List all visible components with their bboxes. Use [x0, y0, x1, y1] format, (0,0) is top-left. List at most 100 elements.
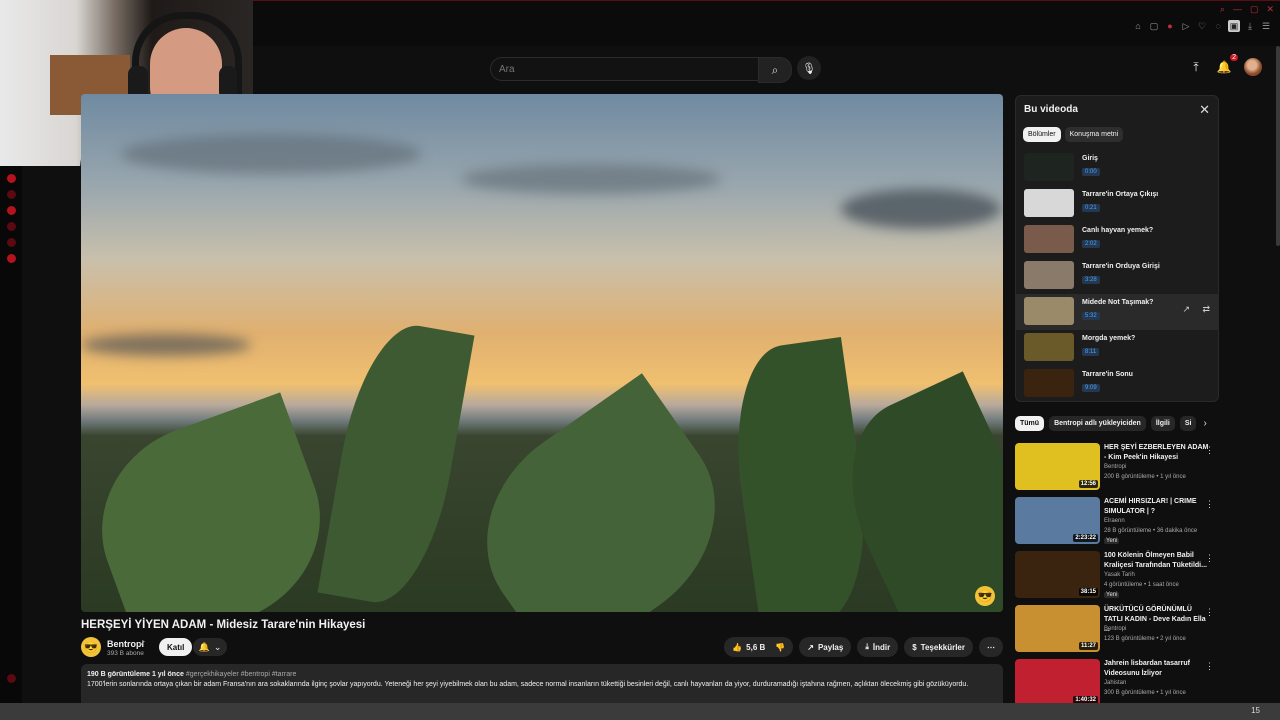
chapters-panel: Bu videoda ✕ Bölümler Konuşma metni Giri… — [1015, 95, 1219, 402]
related-video-item[interactable]: 2:23:22 ACEMİ HIRSIZLAR! | CRIME SIMULATO… — [1015, 497, 1220, 551]
related-title[interactable]: HER ŞEYİ EZBERLEYEN ADAM - Kim Peek'in H… — [1104, 443, 1212, 463]
close-icon[interactable]: ✕ — [1199, 102, 1210, 118]
chapter-item[interactable]: Tarrare'in Ortaya Çıkışı 0:21 — [1016, 186, 1218, 222]
chapter-item[interactable]: Tarrare'in Orduya Girişi 3:28 — [1016, 258, 1218, 294]
video-thumbnail[interactable]: 38:15 — [1015, 551, 1100, 598]
related-channel[interactable]: Elraenn — [1104, 518, 1125, 524]
related-channel[interactable]: Jahistan — [1104, 680, 1126, 686]
hashtags[interactable]: #gerçekhikayeler #bentropi #tarrare — [186, 671, 297, 678]
search-window-icon[interactable]: ⌕ — [1220, 4, 1225, 15]
rail-icon-4[interactable] — [7, 222, 16, 231]
maximize-icon[interactable]: ▢ — [1250, 4, 1259, 15]
thanks-button[interactable]: $ Teşekkürler — [904, 637, 973, 657]
related-title[interactable]: ACEMİ HIRSIZLAR! | CRIME SIMULATOR | ? — [1104, 497, 1212, 517]
chapter-timestamp[interactable]: 2:02 — [1082, 240, 1100, 248]
search-input[interactable] — [491, 62, 741, 76]
bookmark-icon[interactable]: ⌂ — [1132, 20, 1144, 32]
video-thumbnail[interactable]: 2:23:22 — [1015, 497, 1100, 544]
more-vert-icon[interactable]: ⋮ — [1205, 661, 1214, 672]
rail-icon-3[interactable] — [7, 206, 16, 215]
menu-icon[interactable]: ☰ — [1260, 20, 1272, 32]
channel-avatar[interactable]: 😎 — [81, 637, 101, 657]
join-button[interactable]: Katıl — [159, 638, 193, 656]
channel-watermark[interactable]: 😎 — [975, 586, 995, 606]
minimize-icon[interactable]: — — [1233, 4, 1242, 15]
related-video-item[interactable]: 38:15 100 Kölenin Ölmeyen Babil Kraliçesi… — [1015, 551, 1220, 605]
chat-icon[interactable]: ◌ — [1212, 20, 1224, 32]
chapter-item[interactable]: Midede Not Taşımak? 5:32 ↗ ⇄ — [1016, 294, 1218, 330]
download-button[interactable]: ⤓ İndir — [857, 637, 899, 657]
related-video-item[interactable]: 11:27 ÜRKÜTÜCÜ GÖRÜNÜMLÜ TATLI KADIN - De… — [1015, 605, 1220, 659]
chip-related[interactable]: İlgili — [1150, 416, 1175, 431]
corn-leaf — [317, 316, 475, 612]
chapter-timestamp[interactable]: 8:11 — [1082, 348, 1100, 356]
rail-icon-2[interactable] — [7, 190, 16, 199]
share-button[interactable]: ↗ Paylaş — [799, 637, 852, 657]
tab-transcript[interactable]: Konuşma metni — [1064, 127, 1124, 142]
chapter-timestamp[interactable]: 5:32 — [1082, 312, 1100, 320]
heart-icon[interactable]: ♡ — [1196, 20, 1208, 32]
related-video-item[interactable]: 12:56 HER ŞEYİ EZBERLEYEN ADAM - Kim Peek… — [1015, 443, 1220, 497]
close-window-icon[interactable]: ✕ — [1266, 4, 1274, 15]
video-thumbnail[interactable]: 1:40:32 — [1015, 659, 1100, 706]
chapter-item[interactable]: Tarrare'in Sonu 9:09 — [1016, 366, 1218, 401]
chapter-title: Morgda yemek? — [1082, 335, 1136, 342]
chapter-timestamp[interactable]: 3:28 — [1082, 276, 1100, 284]
chapter-timestamp[interactable]: 0:21 — [1082, 204, 1100, 212]
chapter-item[interactable]: Canlı hayvan yemek? 2:02 — [1016, 222, 1218, 258]
chapters-title: Bu videoda — [1024, 104, 1078, 115]
related-channel[interactable]: Yasak Tarih — [1104, 572, 1135, 578]
chapter-item[interactable]: Giriş 0:00 — [1016, 150, 1218, 186]
chapter-timestamp[interactable]: 0:00 — [1082, 168, 1100, 176]
corn-leaf — [81, 392, 349, 612]
subscription-bell-button[interactable]: 🔔 ⌄ — [193, 638, 227, 656]
related-channel[interactable]: Bentropi — [1104, 626, 1126, 632]
related-title[interactable]: 100 Kölenin Ölmeyen Babil Kraliçesi Tara… — [1104, 551, 1212, 571]
chip-from-uploader[interactable]: Bentropi adlı yükleyiciden — [1049, 416, 1146, 431]
rail-icon-1[interactable] — [7, 174, 16, 183]
channel-row: 😎 Bentropi ✔ 393 B abone Katıl 🔔 ⌄ 👍 5,6… — [81, 637, 1003, 659]
chip-more[interactable]: Si — [1179, 416, 1197, 431]
thanks-label: Teşekkürler — [920, 642, 965, 652]
like-button[interactable]: 👍 5,6 B 👎 — [724, 637, 794, 657]
related-channel[interactable]: Bentropi — [1104, 464, 1126, 470]
download-icon[interactable]: ⤓ — [1244, 20, 1256, 32]
description-meta: 190 B görüntüleme 1 yıl önce #gerçekhika… — [87, 671, 296, 678]
chapter-timestamp[interactable]: 9:09 — [1082, 384, 1100, 392]
video-player[interactable]: 😎 — [81, 94, 1003, 612]
more-vert-icon[interactable]: ⋮ — [1205, 499, 1214, 510]
rail-icon-6[interactable] — [7, 254, 16, 263]
loop-icon[interactable]: ⇄ — [1202, 304, 1210, 315]
related-title[interactable]: Jahrein lisbardan tasarruf Videosunu İzl… — [1104, 659, 1212, 679]
share-icon[interactable]: ↗ — [1182, 304, 1190, 315]
chapter-item[interactable]: Morgda yemek? 8:11 — [1016, 330, 1218, 366]
search-button[interactable]: ⌕ — [758, 57, 792, 83]
download-label: İndir — [872, 642, 891, 652]
video-thumbnail[interactable]: 12:56 — [1015, 443, 1100, 490]
account-avatar[interactable] — [1244, 58, 1262, 76]
extension-icon[interactable]: ▣ — [1228, 20, 1240, 32]
thumbs-down-icon[interactable]: 👎 — [775, 643, 785, 652]
chevron-right-icon[interactable]: › — [1203, 418, 1206, 429]
record-icon[interactable]: ● — [1164, 20, 1176, 32]
chip-all[interactable]: Tümü — [1015, 416, 1045, 431]
rail-icon-5[interactable] — [7, 238, 16, 247]
share-label: Paylaş — [817, 642, 844, 652]
more-actions-button[interactable]: ⋯ — [979, 637, 1003, 657]
more-vert-icon[interactable]: ⋮ — [1205, 607, 1214, 618]
upload-icon[interactable]: ⤒ — [1188, 59, 1204, 75]
more-vert-icon[interactable]: ⋮ — [1205, 553, 1214, 564]
video-actions: 👍 5,6 B 👎 ↗ Paylaş ⤓ İndir $ Teşekkürler… — [724, 637, 1003, 657]
tab-icon[interactable]: ▢ — [1148, 20, 1160, 32]
more-vert-icon[interactable]: ⋮ — [1205, 445, 1214, 456]
video-thumbnail[interactable]: 11:27 — [1015, 605, 1100, 652]
rail-icon-7[interactable] — [7, 674, 16, 683]
chapter-title: Tarrare'in Ortaya Çıkışı — [1082, 191, 1159, 198]
tab-chapters[interactable]: Bölümler — [1023, 127, 1061, 142]
notifications-bell-icon[interactable]: 🔔 2 — [1216, 54, 1238, 75]
page-scrollbar[interactable] — [1276, 46, 1280, 246]
chapter-title: Giriş — [1082, 155, 1098, 162]
play-icon[interactable]: ▷ — [1180, 20, 1192, 32]
voice-search-button[interactable]: 🎙 — [797, 56, 821, 80]
chapter-thumbnail — [1024, 297, 1074, 325]
